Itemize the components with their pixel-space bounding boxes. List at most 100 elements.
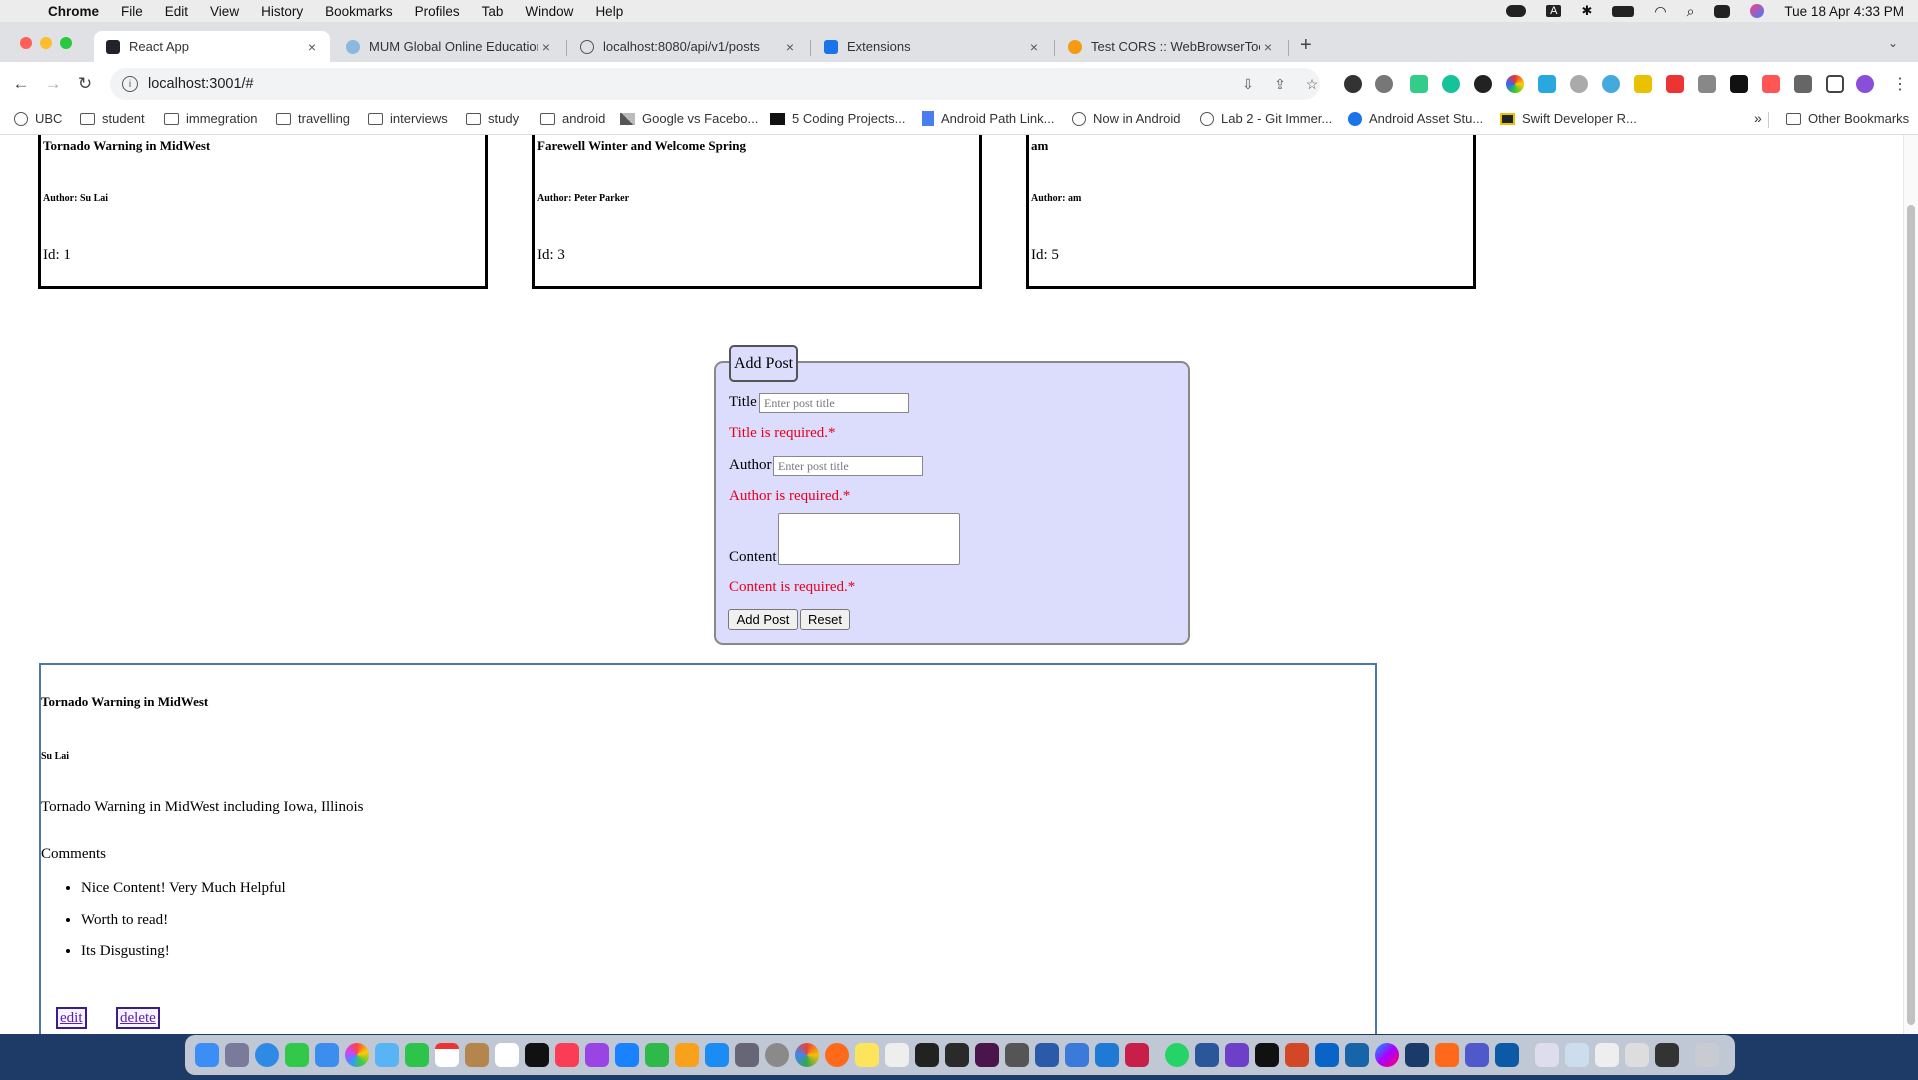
bookmark-star-icon[interactable]: ☆ — [1304, 76, 1320, 92]
sourcetree-icon[interactable] — [1405, 1043, 1429, 1067]
extension-grammarly-icon[interactable] — [1442, 75, 1460, 93]
bookmark-android-asset-studio[interactable]: Android Asset Stu... — [1348, 111, 1483, 126]
forward-arrow-icon[interactable]: → — [42, 73, 64, 95]
scrollbar-thumb[interactable] — [1907, 205, 1915, 1025]
post-card[interactable]: Tornado Warning in MidWest Author: Su La… — [38, 135, 488, 289]
battery-icon[interactable] — [1612, 5, 1635, 17]
calendar-icon[interactable] — [435, 1043, 459, 1067]
reset-button[interactable]: Reset — [800, 609, 850, 630]
delete-button[interactable]: delete — [116, 1007, 160, 1029]
tab-close-icon[interactable]: × — [538, 39, 554, 55]
menu-help[interactable]: Help — [595, 4, 623, 19]
podcasts-icon[interactable] — [585, 1043, 609, 1067]
numbers-icon[interactable] — [645, 1043, 669, 1067]
outlook-icon[interactable] — [1315, 1043, 1339, 1067]
sublime-icon[interactable] — [1435, 1043, 1459, 1067]
messages-icon[interactable] — [285, 1043, 309, 1067]
bookmark-ubc[interactable]: UBC — [14, 111, 62, 126]
tab-close-icon[interactable]: × — [1026, 39, 1042, 55]
share-icon[interactable]: ⇪ — [1272, 76, 1288, 92]
chrome-icon[interactable] — [795, 1043, 819, 1067]
menu-tab[interactable]: Tab — [482, 4, 504, 19]
apple-logo-icon[interactable] — [18, 3, 34, 19]
install-app-icon[interactable]: ⇩ — [1240, 76, 1256, 92]
facetime-icon[interactable] — [405, 1043, 429, 1067]
extension-skype-icon[interactable] — [1375, 75, 1393, 93]
post-card[interactable]: Farewell Winter and Welcome Spring Autho… — [532, 135, 982, 289]
extension-lens-icon[interactable] — [1344, 75, 1362, 93]
window-minimize-button[interactable] — [40, 37, 52, 49]
address-bar[interactable]: i localhost:3001/# ⇩ ⇪ ☆ — [110, 68, 1320, 100]
input-source-indicator[interactable]: A — [1546, 5, 1562, 17]
extension-speed-icon[interactable] — [1410, 75, 1428, 93]
github-desktop-icon[interactable] — [1225, 1043, 1249, 1067]
music-icon[interactable] — [555, 1043, 579, 1067]
voice-memos-icon[interactable] — [915, 1043, 939, 1067]
notes-icon[interactable] — [855, 1043, 879, 1067]
bookmark-other-bookmarks[interactable]: Other Bookmarks — [1786, 111, 1909, 126]
title-input[interactable]: Enter post title — [759, 393, 909, 413]
menu-edit[interactable]: Edit — [165, 4, 188, 19]
content-textarea[interactable] — [778, 513, 960, 565]
slack-icon[interactable] — [975, 1043, 999, 1067]
bookmark-android-path-link[interactable]: Android Path Link... — [922, 111, 1054, 126]
extension-highlighter-icon[interactable] — [1634, 75, 1652, 93]
bookmark-lab-2-git[interactable]: Lab 2 - Git Immer... — [1200, 111, 1332, 126]
activity-monitor-icon[interactable] — [945, 1043, 969, 1067]
app-store-icon[interactable] — [705, 1043, 729, 1067]
extension-cloud-icon[interactable] — [1570, 75, 1588, 93]
wifi-icon[interactable]: ◠ — [1654, 3, 1666, 20]
new-tab-button[interactable]: + — [1300, 34, 1312, 57]
bookmark-student[interactable]: student — [80, 111, 145, 126]
profile-avatar[interactable] — [1856, 75, 1874, 93]
control-center-icon[interactable] — [1714, 4, 1731, 18]
textedit-icon[interactable] — [885, 1043, 909, 1067]
mail-icon[interactable] — [315, 1043, 339, 1067]
tab-extensions[interactable]: Extensions × — [812, 31, 1052, 62]
documents-stack-icon[interactable] — [1535, 1043, 1559, 1067]
menu-profiles[interactable]: Profiles — [415, 4, 460, 19]
remote-desktop-icon[interactable] — [1345, 1043, 1369, 1067]
bookmark-travelling[interactable]: travelling — [276, 111, 350, 126]
bookmark-study[interactable]: study — [466, 111, 519, 126]
pages-icon[interactable] — [675, 1043, 699, 1067]
bookmark-now-in-android[interactable]: Now in Android — [1072, 111, 1180, 126]
window-close-button[interactable] — [20, 37, 32, 49]
tab-mum-online-education[interactable]: MUM Global Online Education × — [334, 31, 564, 62]
post-card[interactable]: am Author: am Id: 5 — [1026, 135, 1476, 289]
messenger-icon[interactable] — [1375, 1043, 1399, 1067]
firefox-icon[interactable] — [825, 1043, 849, 1067]
screen-sharing-icon[interactable] — [1495, 1043, 1519, 1067]
tab-api-posts[interactable]: localhost:8080/api/v1/posts × — [568, 31, 808, 62]
contacts-icon[interactable] — [465, 1043, 489, 1067]
menu-history[interactable]: History — [261, 4, 303, 19]
extension-color-icon[interactable] — [1506, 75, 1524, 93]
intellij-icon[interactable] — [1125, 1043, 1149, 1067]
apple-tv-icon[interactable] — [525, 1043, 549, 1067]
bookmark-5-coding-projects[interactable]: 5 Coding Projects... — [770, 111, 905, 126]
powerpoint-icon[interactable] — [1285, 1043, 1309, 1067]
reload-icon[interactable]: ↻ — [74, 73, 96, 95]
menu-file[interactable]: File — [121, 4, 143, 19]
teams-icon[interactable] — [1465, 1043, 1489, 1067]
menu-view[interactable]: View — [210, 4, 239, 19]
bookmarks-overflow-button[interactable]: » — [1754, 110, 1762, 126]
maps-icon[interactable] — [375, 1043, 399, 1067]
bluetooth-icon[interactable]: ✱ — [1581, 3, 1592, 19]
siri-icon[interactable] — [1750, 4, 1765, 18]
extension-camera-icon[interactable] — [1698, 75, 1716, 93]
word-doc-icon[interactable] — [1035, 1043, 1059, 1067]
window-thumbnail-icon[interactable] — [1655, 1043, 1679, 1067]
spotlight-search-icon[interactable]: ⌕ — [1687, 3, 1695, 20]
launchpad-icon[interactable] — [225, 1043, 249, 1067]
tab-close-icon[interactable]: × — [1260, 39, 1276, 55]
tab-test-cors[interactable]: Test CORS :: WebBrowserTools × — [1056, 31, 1286, 62]
extensions-puzzle-icon[interactable] — [1794, 75, 1812, 93]
whatsapp-icon[interactable] — [1165, 1043, 1189, 1067]
window-zoom-button[interactable] — [60, 37, 72, 49]
tab-react-app[interactable]: React App × — [94, 31, 330, 62]
edit-button[interactable]: edit — [56, 1007, 87, 1029]
extension-window-icon[interactable] — [1538, 75, 1556, 93]
tab-close-icon[interactable]: × — [304, 39, 320, 55]
tab-search-chevron-icon[interactable]: ⌄ — [1888, 36, 1898, 50]
